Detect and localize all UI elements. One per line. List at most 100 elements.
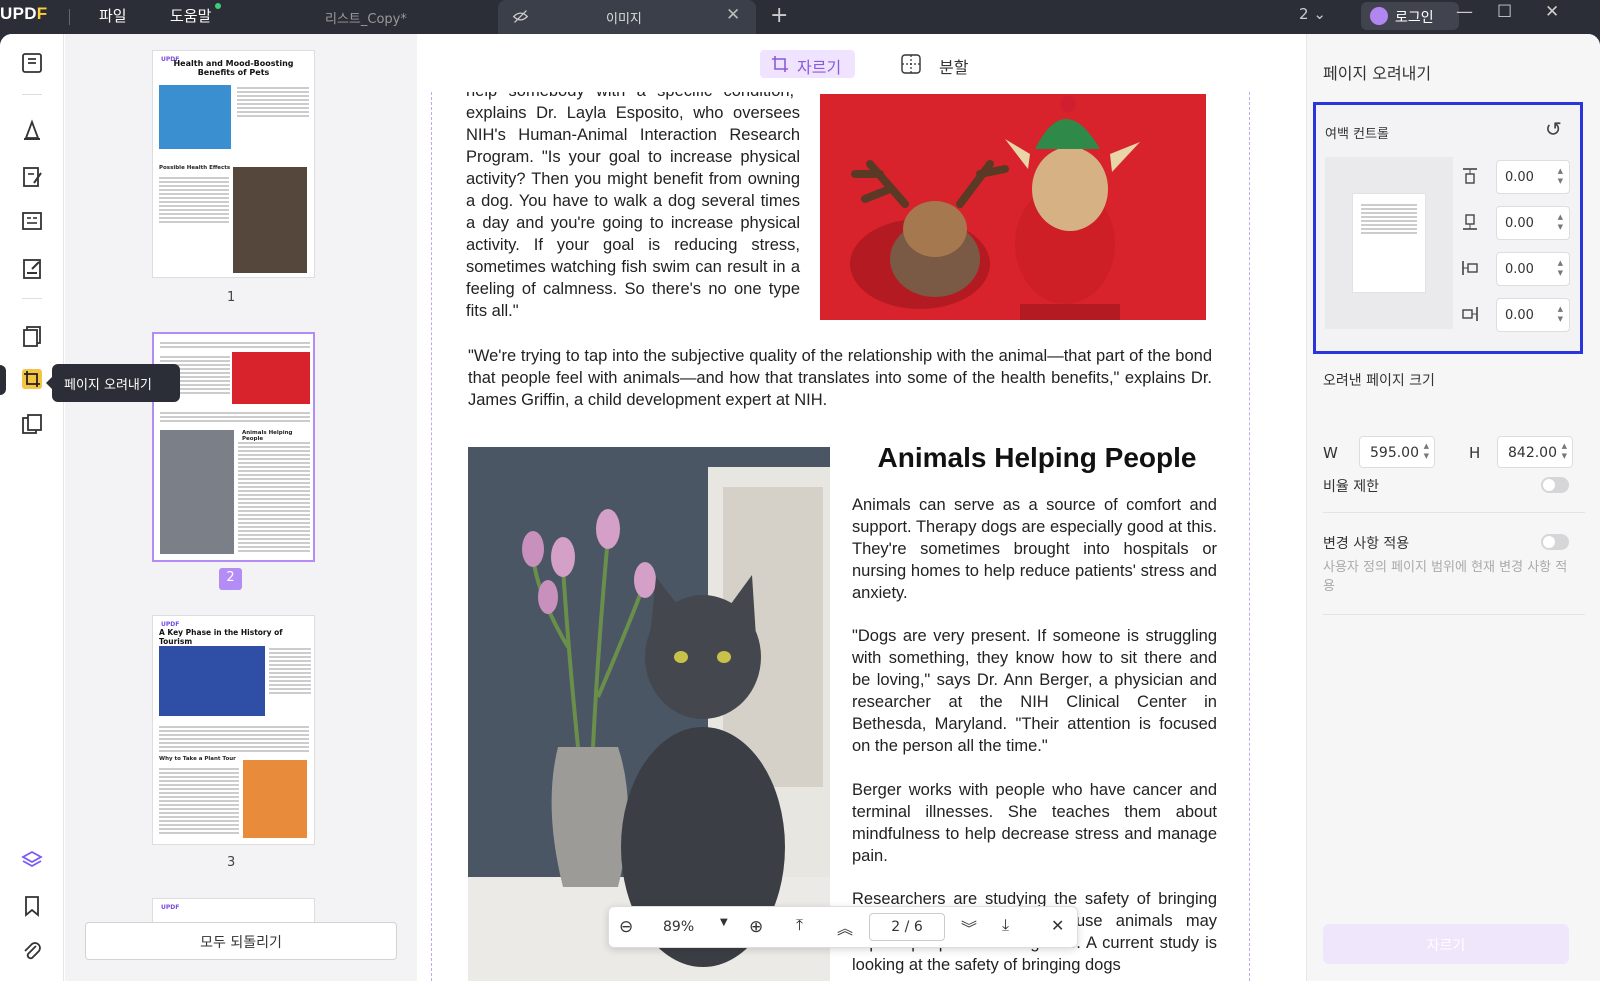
stepper-icon[interactable]: ▲ ▼ [1558,212,1563,232]
crop-button[interactable]: 자르기 [1323,924,1569,964]
pdf-page: help somebody with a specific condition,… [431,92,1250,981]
stepper-icon[interactable]: ▲ ▼ [1424,441,1429,461]
layers-icon[interactable] [20,849,44,873]
convert-icon[interactable] [20,412,44,436]
page-separator: / [904,919,910,935]
zoom-dropdown-icon[interactable]: ▼ [720,917,728,928]
window-count-value: 2 [1299,5,1309,23]
fill-sign-icon[interactable] [20,257,44,281]
total-pages: 6 [913,919,923,935]
width-label: W [1323,444,1338,462]
chevron-down-icon: ⌄ [1313,5,1326,23]
login-button[interactable]: 로그인 [1361,2,1459,30]
new-tab-icon[interactable]: + [770,3,788,28]
width-input[interactable]: 595.00 ▲ ▼ [1359,436,1435,468]
thumb-logo: UPDF [161,904,180,911]
tab-image[interactable]: 이미지 ✕ [498,0,756,34]
last-page-icon[interactable]: ⤓ [1002,915,1009,935]
bookmark-icon[interactable] [20,894,44,918]
apply-changes-label: 변경 사항 적용 [1323,536,1410,552]
minimize-icon[interactable]: — [1456,2,1473,22]
stepper-icon[interactable]: ▲ ▼ [1558,166,1563,186]
tab-split[interactable]: 분할 [890,50,985,78]
tab-image-label: 이미지 [606,12,642,27]
login-label: 로그인 [1395,10,1434,26]
zoom-out-icon[interactable]: ⊖ [619,917,633,937]
paragraph: Animals can serve as a source of comfort… [852,496,1217,602]
tab-split-label: 분할 [939,58,969,77]
revert-all-button[interactable]: 모두 되돌리기 [85,922,397,960]
paragraph: "Dogs are very present. If someone is st… [852,627,1217,755]
thumbnail-panel: UPDF Health and Mood-Boosting Benefits o… [65,34,417,981]
zoom-in-icon[interactable]: ⊕ [749,917,763,937]
apply-changes-toggle[interactable] [1541,534,1569,550]
margin-top-input[interactable]: 0.00 ▲ ▼ [1496,160,1570,194]
left-toolbar: 페이지 오려내기 [0,34,180,981]
menu-file[interactable]: 파일 [99,5,127,26]
tooltip: 페이지 오려내기 [46,364,180,402]
ratio-lock-label: 비율 제한 [1323,479,1379,495]
thumb-image [159,646,265,716]
margin-right-input[interactable]: 0.00 ▲ ▼ [1496,298,1570,332]
edit-pdf-icon[interactable] [20,165,44,189]
current-page: 2 [891,919,901,935]
close-tab-icon[interactable]: ✕ [726,5,740,25]
form-icon[interactable] [20,209,44,233]
attachment-icon[interactable] [20,939,44,963]
reader-icon[interactable] [20,51,44,75]
close-window-icon[interactable]: ✕ [1545,2,1559,22]
next-page-icon[interactable]: ︾ [961,915,977,939]
dogs-photo [820,94,1206,320]
margin-right-icon [1462,307,1478,321]
crop-pages-icon[interactable] [20,367,44,391]
active-indicator [0,365,6,395]
app-logo: UPDF [0,4,48,23]
margin-bottom-input[interactable]: 0.00 ▲ ▼ [1496,206,1570,240]
page-thumbnail-1[interactable]: UPDF Health and Mood-Boosting Benefits o… [152,50,315,278]
reset-icon[interactable]: ↺ [1545,117,1562,141]
thumb-subheading: Possible Health Effects [159,165,231,171]
tab-list-copy[interactable]: 리스트_Copy* [325,8,407,27]
bottom-margin-row: 0.00 ▲ ▼ [1460,206,1570,240]
divider [22,298,42,299]
panel-title: 페이지 오려내기 [1323,64,1432,83]
split-icon [901,54,921,74]
top-margin-row: 0.00 ▲ ▼ [1460,160,1570,194]
thumb-image [232,352,310,404]
app-window: 페이지 오려내기 UPDF Health and Mood-Boosting B… [0,34,1600,981]
crop-icon [772,56,788,72]
paragraph-quote: "We're trying to tap into the subjective… [468,347,1212,409]
margin-control-label: 여백 컨트롤 [1325,127,1389,142]
organize-pages-icon[interactable] [20,324,44,348]
ratio-lock-toggle[interactable] [1541,477,1569,493]
window-count[interactable]: 2 ⌄ [1299,5,1326,23]
comment-icon[interactable] [20,118,44,142]
first-page-icon[interactable]: ⤒ [796,915,803,935]
close-icon[interactable]: ✕ [1051,916,1064,935]
avatar [1370,7,1388,25]
page-number: 1 [227,290,236,305]
margin-left-input[interactable]: 0.00 ▲ ▼ [1496,252,1570,286]
menu-help[interactable]: 도움말 [170,5,211,26]
height-input[interactable]: 842.00 ▲ ▼ [1497,436,1573,468]
zoom-level[interactable]: 89% [663,919,694,935]
previous-page-icon[interactable]: ︽ [837,915,853,939]
margin-control-section: 여백 컨트롤 ↺ 0.00▲▼ 0.00▲▼ 0.00▲▼ 0.00 [1313,102,1583,354]
cropped-size-label: 오려낸 페이지 크기 [1323,373,1435,389]
stepper-icon[interactable]: ▲ ▼ [1558,304,1563,324]
tab-crop[interactable]: 자르기 [760,50,855,78]
cat-photo [468,447,830,981]
page-thumbnail-3[interactable]: UPDF A Key Phase in the History of Touri… [152,615,315,845]
thumb-image [159,85,231,149]
crop-mode-tabs: 자르기 분할 [418,34,1305,92]
page-number-input[interactable]: 2 / 6 [869,913,945,941]
stepper-icon[interactable]: ▲ ▼ [1562,441,1567,461]
apply-changes-description: 사용자 정의 페이지 범위에 현재 변경 사항 적용 [1323,560,1568,594]
thumb-image [243,760,307,838]
maximize-icon[interactable]: ☐ [1497,2,1512,22]
preview-page [1352,193,1426,293]
stepper-icon[interactable]: ▲ ▼ [1558,258,1563,278]
divider [69,9,70,25]
title-bar: UPDF 파일 도움말 리스트_Copy* 이미지 ✕ + 2 ⌄ 로그인 — … [0,0,1600,34]
notification-dot [215,3,221,9]
